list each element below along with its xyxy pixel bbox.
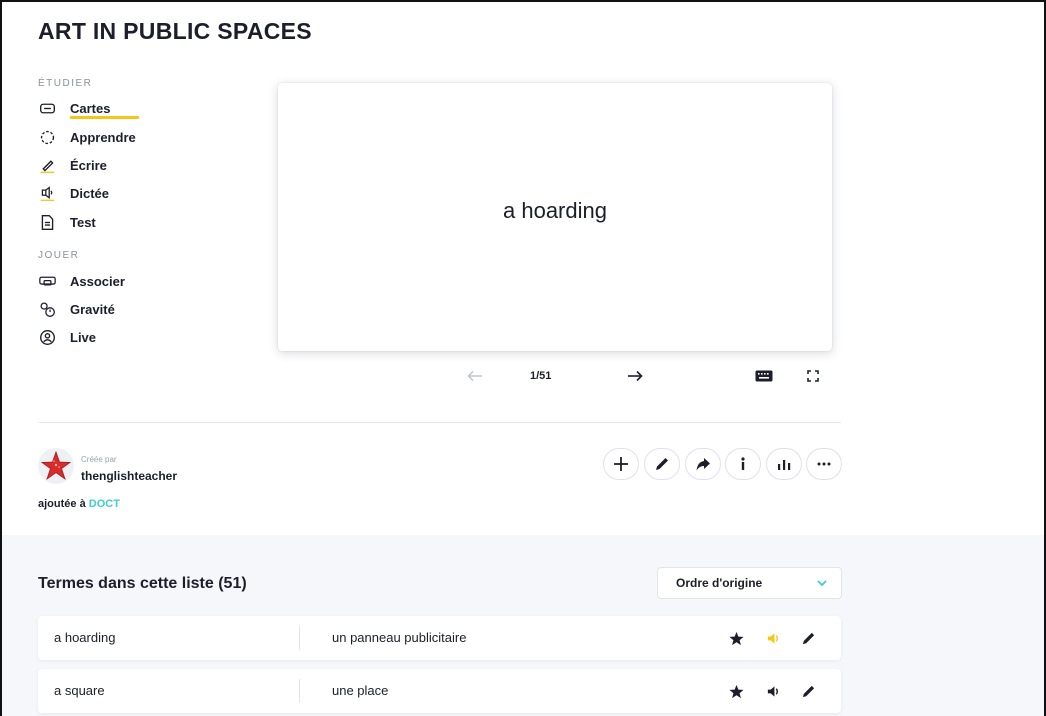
card-counter: 1/51 [530, 370, 552, 382]
nav-item-gravite[interactable]: Gravité [38, 299, 115, 319]
audio-button[interactable] [763, 628, 783, 648]
edit-term-button[interactable] [798, 628, 818, 648]
sort-dropdown[interactable]: Ordre d'origine [657, 567, 842, 599]
edit-button[interactable] [644, 448, 680, 480]
avatar[interactable] [38, 448, 74, 484]
nav-item-label: Test [70, 214, 96, 230]
added-to-text: ajoutée à DOCT [38, 498, 120, 510]
nav-item-associer[interactable]: Associer [38, 271, 125, 291]
more-icon [817, 462, 831, 466]
nav-item-test[interactable]: Test [38, 212, 96, 232]
play-section-label: JOUER [38, 250, 80, 261]
nav-item-label: Dictée [70, 185, 110, 201]
active-underline [70, 116, 139, 119]
row-term: a hoarding [54, 630, 116, 645]
star-icon [728, 684, 744, 698]
more-options-button[interactable] [806, 448, 842, 480]
section-divider [38, 422, 841, 423]
nav-item-dictee[interactable]: Dictée [38, 183, 109, 203]
star-icon [728, 631, 744, 645]
sort-label: Ordre d'origine [676, 576, 763, 590]
audio-button[interactable] [763, 681, 783, 701]
next-card-button[interactable] [625, 366, 645, 386]
gravity-icon [38, 300, 56, 318]
speaker-icon [767, 632, 778, 644]
row-definition: une place [332, 683, 389, 698]
learn-icon [38, 128, 56, 146]
share-arrow-icon [696, 458, 710, 471]
prev-card-button[interactable] [465, 366, 485, 386]
table-row: a hoarding un panneau publicitaire [38, 616, 841, 660]
pen-icon [38, 156, 56, 174]
info-button[interactable] [725, 448, 761, 480]
add-button[interactable] [603, 448, 639, 480]
nav-item-apprendre[interactable]: Apprendre [38, 127, 136, 147]
arrow-right-icon [628, 370, 643, 382]
pencil-icon [802, 685, 814, 697]
speaker-icon [38, 184, 56, 202]
nav-item-label: Cartes [70, 100, 111, 116]
edit-term-button[interactable] [798, 681, 818, 701]
nav-item-label: Apprendre [70, 129, 136, 145]
bar-chart-icon [778, 460, 791, 470]
arrow-left-icon [467, 371, 482, 381]
nav-item-label: Gravité [70, 301, 115, 317]
nav-item-label: Associer [70, 273, 125, 289]
info-icon [741, 457, 745, 470]
chevron-down-icon [817, 580, 827, 587]
keyboard-icon [755, 370, 773, 382]
starfish-icon [40, 450, 72, 481]
speaker-icon [767, 685, 778, 697]
row-definition: un panneau publicitaire [332, 630, 467, 645]
row-term: a square [54, 683, 105, 698]
match-icon [38, 272, 56, 290]
nav-item-cartes[interactable]: Cartes [38, 98, 110, 118]
row-separator [299, 626, 300, 650]
row-separator [299, 679, 300, 703]
flashcard-term: a hoarding [503, 198, 607, 223]
stats-button[interactable] [766, 448, 802, 480]
author-name[interactable]: thenglishteacher [81, 469, 177, 483]
nav-item-label: Écrire [70, 157, 107, 173]
fullscreen-icon [807, 370, 819, 382]
added-prefix: ajoutée à [38, 498, 86, 510]
nav-item-label: Live [70, 329, 97, 345]
study-section-label: ÉTUDIER [38, 78, 93, 89]
pencil-icon [802, 632, 814, 644]
nav-item-live[interactable]: Live [38, 327, 96, 347]
document-icon [38, 213, 56, 231]
share-button[interactable] [685, 448, 721, 480]
star-button[interactable] [726, 681, 746, 701]
keyboard-shortcuts-button[interactable] [753, 366, 775, 386]
nav-item-ecrire[interactable]: Écrire [38, 155, 107, 175]
plus-icon [614, 457, 628, 471]
folder-link[interactable]: DOCT [89, 498, 120, 510]
created-by-label: Créée par [81, 455, 117, 464]
live-icon [38, 328, 56, 346]
cards-icon [38, 99, 56, 117]
terms-title: Termes dans cette liste (51) [38, 575, 247, 592]
pencil-icon [656, 458, 668, 470]
table-row: a square une place [38, 669, 841, 713]
flashcard[interactable]: a hoarding [278, 83, 832, 351]
star-button[interactable] [726, 628, 746, 648]
page-title: ART IN PUBLIC SPACES [38, 18, 312, 44]
fullscreen-button[interactable] [803, 366, 823, 386]
